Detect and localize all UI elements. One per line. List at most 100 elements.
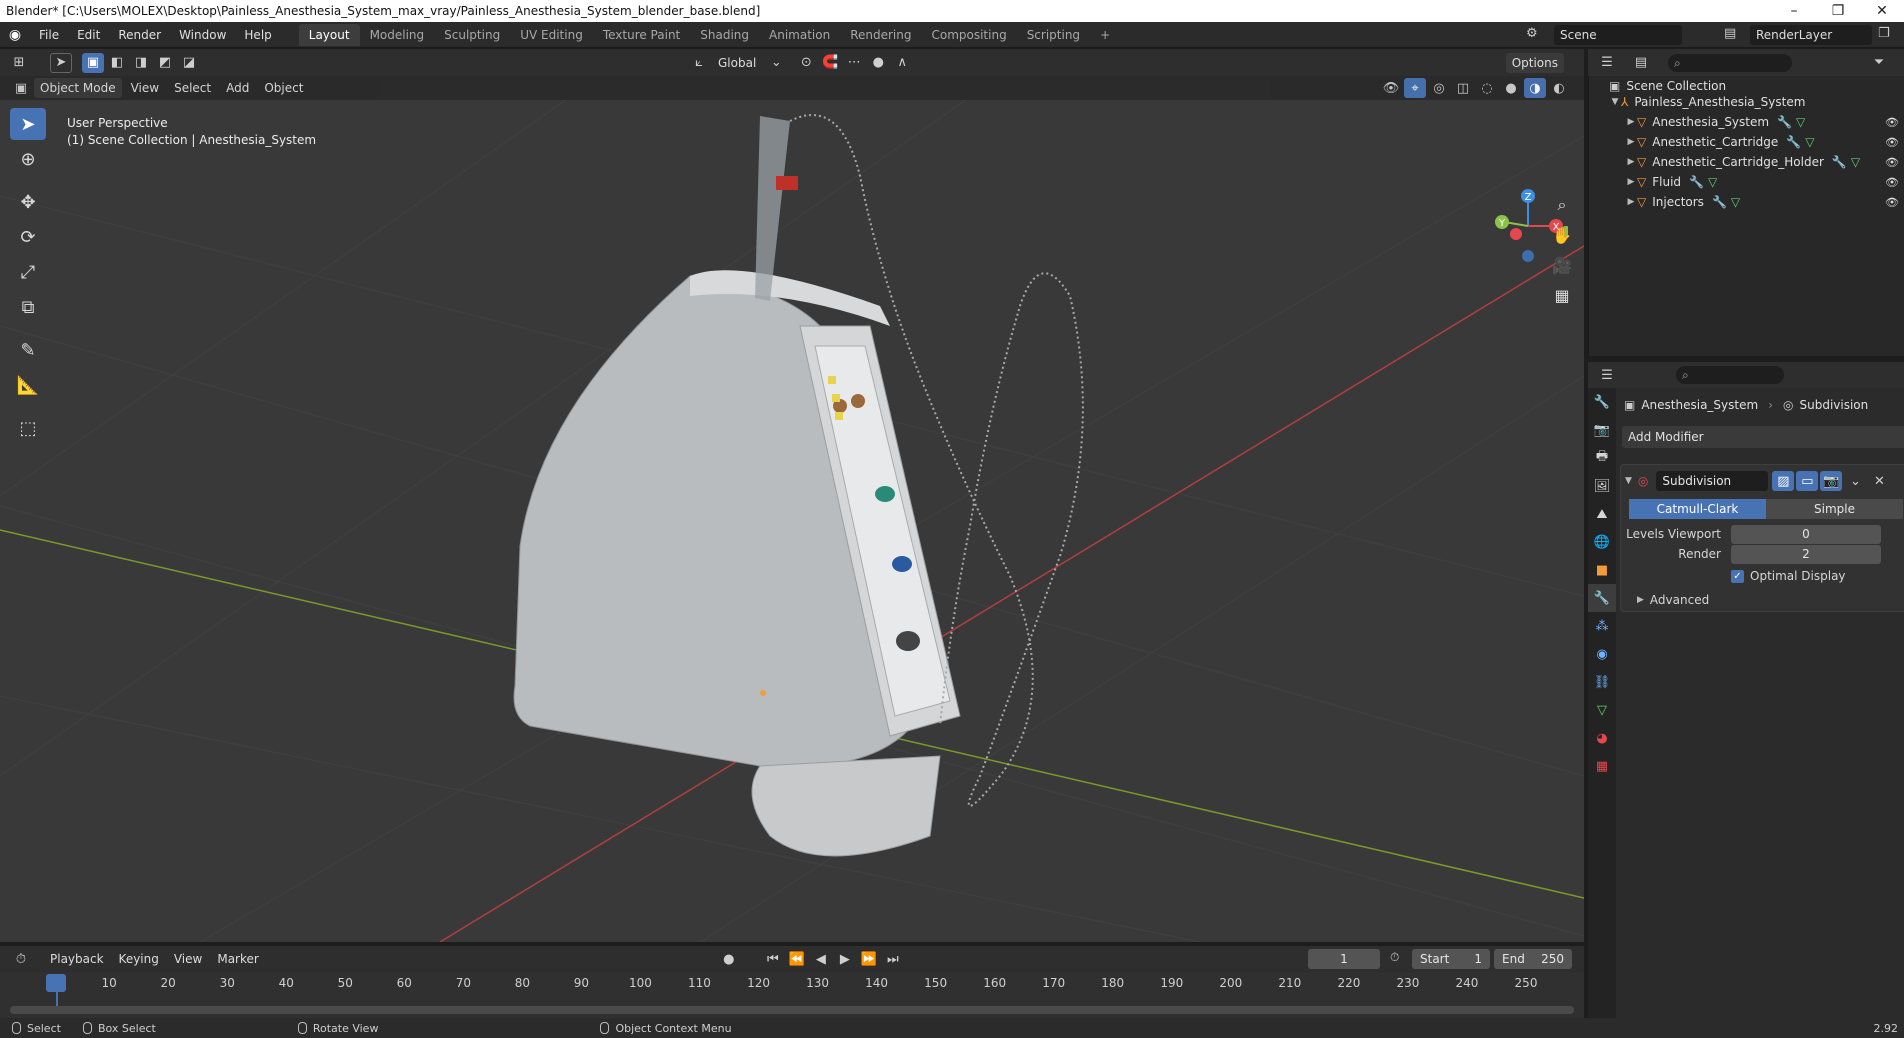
- mesh-data-icon[interactable]: ▽: [1796, 115, 1805, 129]
- modifier-name-input[interactable]: Subdivision: [1656, 471, 1769, 491]
- tab-sculpting[interactable]: Sculpting: [434, 24, 510, 46]
- tab-modeling[interactable]: Modeling: [360, 24, 435, 46]
- modifier-menu-chevron-icon[interactable]: ⌄: [1844, 471, 1866, 491]
- collapse-triangle-icon[interactable]: ▼: [1609, 97, 1621, 107]
- pan-hand-icon[interactable]: ✋: [1548, 222, 1576, 248]
- play-icon[interactable]: ▶: [834, 949, 856, 969]
- record-icon[interactable]: ●: [718, 949, 740, 969]
- tab-scripting[interactable]: Scripting: [1017, 24, 1090, 46]
- wrench-icon[interactable]: 🔧: [1712, 195, 1727, 209]
- timeline[interactable]: 1102030405060708090100110120130140150160…: [0, 972, 1584, 1018]
- outliner-search-input[interactable]: ⌕: [1668, 53, 1792, 72]
- menu-edit[interactable]: Edit: [68, 22, 109, 48]
- remove-modifier-icon[interactable]: ✕: [1868, 471, 1890, 491]
- solid-shading-icon[interactable]: ●: [1500, 78, 1522, 98]
- end-frame-field[interactable]: End 250: [1494, 949, 1572, 969]
- cursor-tool-icon[interactable]: ⊕: [10, 143, 46, 175]
- object-tab-icon[interactable]: ■: [1588, 556, 1616, 584]
- levels-viewport-field[interactable]: 0: [1731, 525, 1881, 544]
- outliner-editor-icon[interactable]: ☰: [1596, 53, 1618, 73]
- wrench-icon[interactable]: 🔧: [1786, 135, 1801, 149]
- scene-icon[interactable]: ⚙: [1526, 26, 1538, 41]
- start-frame-field[interactable]: Start 1: [1412, 949, 1490, 969]
- render-layer-icon[interactable]: ▤: [1724, 26, 1736, 41]
- catmull-clark-button[interactable]: Catmull-Clark: [1629, 499, 1766, 519]
- select-invert-icon[interactable]: ◩: [154, 53, 176, 73]
- menu-window[interactable]: Window: [170, 22, 235, 48]
- blender-logo-icon[interactable]: ◉: [0, 27, 30, 43]
- camera-icon[interactable]: 🎥: [1548, 252, 1576, 278]
- proportional-icon[interactable]: ●: [867, 53, 889, 73]
- add-modifier-dropdown[interactable]: Add Modifier: [1622, 426, 1904, 448]
- mesh-data-icon[interactable]: ▽: [1708, 175, 1717, 189]
- viewport-toggle-icon[interactable]: ▭: [1796, 471, 1819, 491]
- wireframe-shading-icon[interactable]: ◌: [1476, 78, 1498, 98]
- rendered-shading-icon[interactable]: ◐: [1548, 78, 1570, 98]
- jump-start-icon[interactable]: ⏮: [762, 949, 784, 969]
- outliner-item-injectors[interactable]: ▶ ▽ Injectors 🔧 ▽ 👁: [1589, 192, 1904, 212]
- display-mode-icon[interactable]: ▤: [1630, 53, 1652, 73]
- transform-tool-icon[interactable]: ⧉: [10, 291, 46, 323]
- simple-button[interactable]: Simple: [1766, 499, 1903, 519]
- gizmo-toggle-icon[interactable]: ⌖: [1404, 78, 1426, 98]
- menu-view[interactable]: View: [125, 78, 165, 98]
- timeline-scrollbar[interactable]: [10, 1006, 1574, 1014]
- tab-animation[interactable]: Animation: [759, 24, 840, 46]
- outliner-collection[interactable]: ▼ ⅄ Painless_Anesthesia_System: [1589, 92, 1904, 112]
- visibility-icon[interactable]: 👁: [1380, 78, 1402, 98]
- xray-icon[interactable]: ◫: [1452, 78, 1474, 98]
- neg-z-axis-icon[interactable]: [1522, 250, 1534, 262]
- timeline-editor-icon[interactable]: ⏱: [10, 949, 32, 969]
- pivot-icon[interactable]: ⊙: [795, 53, 817, 73]
- move-tool-icon[interactable]: ✥: [10, 186, 46, 218]
- tab-texture-paint[interactable]: Texture Paint: [593, 24, 690, 46]
- properties-editor-icon[interactable]: ☰: [1596, 365, 1618, 385]
- select-box-tool-icon[interactable]: ➤: [10, 108, 46, 140]
- tab-rendering[interactable]: Rendering: [840, 24, 921, 46]
- mesh-data-icon[interactable]: ▽: [1851, 155, 1860, 169]
- options-dropdown[interactable]: Options: [1505, 52, 1564, 73]
- outliner-item-anesthesia-system[interactable]: ▶ ▽ Anesthesia_System 🔧 ▽ 👁: [1589, 112, 1904, 132]
- object-mode-dropdown[interactable]: Object Mode: [34, 78, 122, 98]
- material-tab-icon[interactable]: ◕: [1588, 724, 1616, 752]
- wrench-icon[interactable]: 🔧: [1777, 115, 1792, 129]
- new-layer-icon[interactable]: ❐: [1878, 26, 1890, 41]
- constraints-tab-icon[interactable]: ⛓: [1588, 668, 1616, 696]
- orientation-dropdown[interactable]: Global: [712, 53, 762, 73]
- menu-marker[interactable]: Marker: [211, 949, 264, 969]
- menu-object[interactable]: Object: [258, 78, 309, 98]
- menu-select[interactable]: Select: [168, 78, 217, 98]
- overlay-toggle-icon[interactable]: ◎: [1428, 78, 1450, 98]
- tab-layout[interactable]: Layout: [298, 23, 360, 46]
- tab-compositing[interactable]: Compositing: [921, 24, 1016, 46]
- zoom-icon[interactable]: ⌕: [1548, 192, 1576, 218]
- output-tab-icon[interactable]: 🖶: [1588, 444, 1616, 472]
- add-workspace-button[interactable]: +: [1090, 24, 1120, 46]
- data-tab-icon[interactable]: ▽: [1588, 696, 1616, 724]
- neg-x-axis-icon[interactable]: [1510, 228, 1522, 240]
- falloff-icon[interactable]: ∧: [891, 53, 913, 73]
- render-tab-icon[interactable]: 📷: [1588, 416, 1616, 444]
- menu-render[interactable]: Render: [109, 22, 170, 48]
- select-new-icon[interactable]: ▣: [82, 52, 104, 73]
- clock-icon[interactable]: ⏱: [1390, 950, 1399, 965]
- editor-type-icon[interactable]: ⊞: [8, 53, 30, 73]
- tool-tab-icon[interactable]: 🔧: [1588, 388, 1616, 416]
- modifier-tab-icon[interactable]: 🔧: [1588, 584, 1616, 612]
- scene-tab-icon[interactable]: ⛰: [1588, 500, 1616, 528]
- render-toggle-icon[interactable]: 📷: [1820, 471, 1843, 491]
- select-subtract-icon[interactable]: ◨: [130, 53, 152, 73]
- jump-end-icon[interactable]: ⏭: [882, 949, 904, 969]
- ortho-grid-icon[interactable]: ▦: [1548, 282, 1576, 308]
- restore-button[interactable]: ❐: [1816, 3, 1860, 19]
- panel-collapse-icon[interactable]: ▼: [1625, 476, 1632, 486]
- edit-mode-toggle-icon[interactable]: ▨: [1772, 471, 1795, 491]
- eye-icon[interactable]: 👁: [1885, 136, 1899, 149]
- filter-icon[interactable]: ⏷: [1868, 53, 1890, 73]
- select-intersect-icon[interactable]: ◪: [178, 53, 200, 73]
- eye-icon[interactable]: 👁: [1885, 196, 1899, 209]
- outliner-item-fluid[interactable]: ▶ ▽ Fluid 🔧 ▽ 👁: [1589, 172, 1904, 192]
- mesh-data-icon[interactable]: ▽: [1805, 135, 1814, 149]
- material-shading-icon[interactable]: ◑: [1524, 78, 1546, 98]
- anesthesia-device-model[interactable]: [513, 116, 961, 857]
